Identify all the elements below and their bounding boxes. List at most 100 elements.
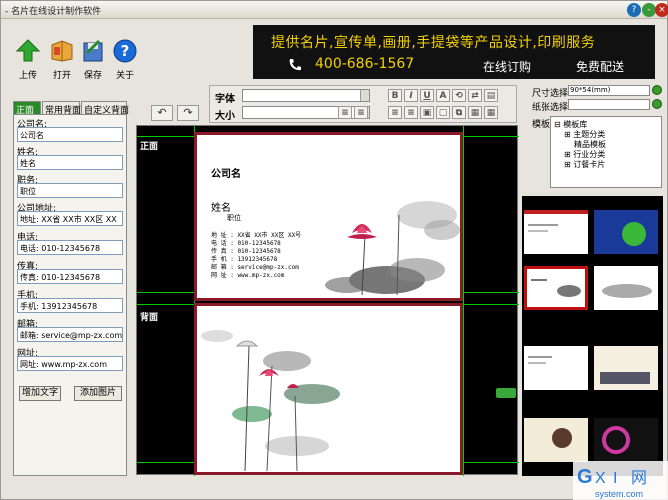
promo-banner[interactable]: 提供名片,宣传单,画册,手提袋等产品设计,印刷服务 400-686-1567 在… [253, 25, 655, 79]
tab-common-back[interactable]: 常用背面 [42, 101, 81, 116]
thumb-accent-bar [524, 210, 588, 214]
template-tree[interactable]: ⊟ 模板库 ⊞ 主题分类 精品模板 ⊞ 行业分类 ⊞ 订餐卡片 [550, 116, 662, 188]
align-center-icon[interactable]: ≡ [354, 106, 368, 119]
svg-text:G: G [577, 466, 593, 488]
chevron-down-icon [360, 90, 369, 101]
thumb-globe-shape [622, 222, 646, 246]
card-back[interactable] [194, 303, 463, 475]
card-company[interactable]: 公司名 [211, 165, 241, 180]
tree-item-order-card[interactable]: ⊞ 订餐卡片 [564, 159, 605, 170]
template-thumbnails [522, 196, 663, 476]
thumb-ring-shape [602, 426, 630, 454]
delete-icon[interactable]: ▦ [468, 106, 482, 119]
card-name[interactable]: 姓名 [211, 199, 231, 214]
lotus-painting-image [325, 201, 460, 296]
add-image-button[interactable]: 添加图片 [74, 386, 122, 401]
svg-text:X: X [595, 470, 606, 487]
minimize-button[interactable]: - [642, 3, 656, 17]
about-label: 关于 [115, 71, 134, 81]
mobile-input[interactable]: 手机: 13912345678 [17, 298, 123, 313]
rotate-icon[interactable]: ⟲ [452, 89, 466, 102]
svg-text:网: 网 [631, 468, 647, 487]
paper-confirm-icon[interactable] [652, 99, 662, 109]
fax-input[interactable]: 传真: 010-12345678 [17, 269, 123, 284]
thumb-text-line [528, 362, 546, 364]
font-select[interactable] [242, 89, 370, 102]
thumb-ink-shape [602, 284, 652, 298]
phone-icon [289, 59, 301, 71]
about-button[interactable]: ? 关于 [106, 39, 144, 81]
text-fields-panel: 公司名: 公司名 姓名: 姓名 职务: 职位 公司地址: 地址: XX省 XX市… [13, 114, 127, 476]
add-text-button[interactable]: 增加文字 [19, 386, 61, 401]
tab-front[interactable]: 正面 [13, 101, 41, 116]
back-side-label: 背面 [140, 313, 159, 323]
font-color-button[interactable]: A [436, 89, 450, 102]
phone-input[interactable]: 电话: 010-12345678 [17, 240, 123, 255]
save-disk-icon [81, 39, 105, 63]
company-input[interactable]: 公司名 [17, 127, 123, 142]
template-thumb[interactable] [594, 418, 658, 462]
help-icon[interactable]: ? [627, 3, 641, 17]
send-back-icon[interactable]: ▢ [436, 106, 450, 119]
layer-icon[interactable]: ▤ [484, 89, 498, 102]
open-book-icon [50, 39, 74, 63]
svg-text:I: I [613, 470, 617, 487]
card-line: 地 址 : XX省 XX市 XX区 XX号 [211, 232, 302, 239]
template-thumb[interactable] [594, 346, 658, 390]
bring-front-icon[interactable]: ▣ [420, 106, 434, 119]
gxi-logo: G X I 网 system.com [573, 461, 668, 500]
card-line: 邮 箱 : service@mp-zx.com [211, 264, 299, 271]
undo-arrow-icon: ↶ [157, 106, 167, 119]
size-label: 大小 [215, 111, 235, 122]
justify-icon[interactable]: ≡ [404, 106, 418, 119]
upload-button[interactable]: 上传 [9, 39, 47, 81]
template-label: 模板 [532, 120, 551, 130]
size-confirm-icon[interactable] [652, 85, 662, 95]
paper-select-label: 纸张选择 [532, 103, 569, 113]
paper-dropdown[interactable] [568, 99, 650, 110]
front-side-label: 正面 [140, 142, 159, 152]
copy-icon[interactable]: ⧉ [452, 106, 466, 119]
card-line: 电 话 : 010-12345678 [211, 240, 281, 247]
name-input[interactable]: 姓名 [17, 155, 123, 170]
card-line: 手 机 : 13912345678 [211, 256, 278, 263]
underline-button[interactable]: U [420, 89, 434, 102]
font-toolbar: 字体 大小 B I U A ⟲ ⇄ ▤ ≡ ≡ ≡ ≡ ▣ ▢ ⧉ ▦ ▦ [209, 85, 517, 123]
bold-button[interactable]: B [388, 89, 402, 102]
undo-button[interactable]: ↶ [151, 105, 173, 121]
thumb-text-line [531, 279, 547, 281]
thumb-text-line [528, 230, 548, 232]
grid-icon[interactable]: ▦ [484, 106, 498, 119]
banner-delivery: 免费配送 [576, 60, 625, 74]
italic-button[interactable]: I [404, 89, 418, 102]
template-thumb[interactable] [594, 266, 658, 310]
template-thumb[interactable] [594, 210, 658, 254]
app-window: - 名片在线设计制作软件 ? - × 上传 打开 保存 ? 关于 提供名片,宣传… [0, 0, 668, 500]
size-dropdown[interactable]: 90*54(mm) [568, 85, 650, 96]
question-icon: ? [113, 39, 137, 63]
banner-order-link[interactable]: 在线订购 [483, 58, 531, 75]
card-contact-block[interactable]: 地 址 : XX省 XX市 XX区 XX号 电 话 : 010-12345678… [211, 232, 301, 280]
address-input[interactable]: 地址: XX省 XX市 XX区 XX [17, 211, 123, 226]
redo-button[interactable]: ↷ [177, 105, 199, 121]
template-thumb[interactable] [524, 210, 588, 254]
card-line: 网 址 : www.mp-zx.com [211, 272, 285, 279]
card-front[interactable]: 公司名 姓名 职位 地 址 : XX省 XX市 XX区 XX号 电 话 : 01… [194, 132, 463, 301]
template-thumb[interactable] [524, 418, 588, 462]
banner-phone: 400-686-1567 [315, 56, 415, 72]
align-left-icon[interactable]: ≡ [338, 106, 352, 119]
template-thumb[interactable] [524, 346, 588, 390]
close-button[interactable]: × [655, 3, 668, 17]
scroll-right-handle[interactable] [496, 388, 516, 398]
align-right-icon[interactable]: ≡ [388, 106, 402, 119]
title-input[interactable]: 职位 [17, 183, 123, 198]
card-line: 传 真 : 010-12345678 [211, 248, 281, 255]
website-input[interactable]: 网址: www.mp-zx.com [17, 356, 123, 371]
banner-headline: 提供名片,宣传单,画册,手提袋等产品设计,印刷服务 [271, 35, 596, 51]
design-canvas[interactable]: 正面 背面 公司名 姓名 职位 地 址 : XX省 XX市 XX区 XX号 电 … [136, 125, 519, 476]
email-input[interactable]: 邮箱: service@mp-zx.com [17, 327, 123, 342]
flip-icon[interactable]: ⇄ [468, 89, 482, 102]
tab-custom-back[interactable]: 自定义背面 [81, 101, 129, 116]
card-title[interactable]: 职位 [227, 213, 241, 223]
template-thumb-selected[interactable] [524, 266, 588, 310]
